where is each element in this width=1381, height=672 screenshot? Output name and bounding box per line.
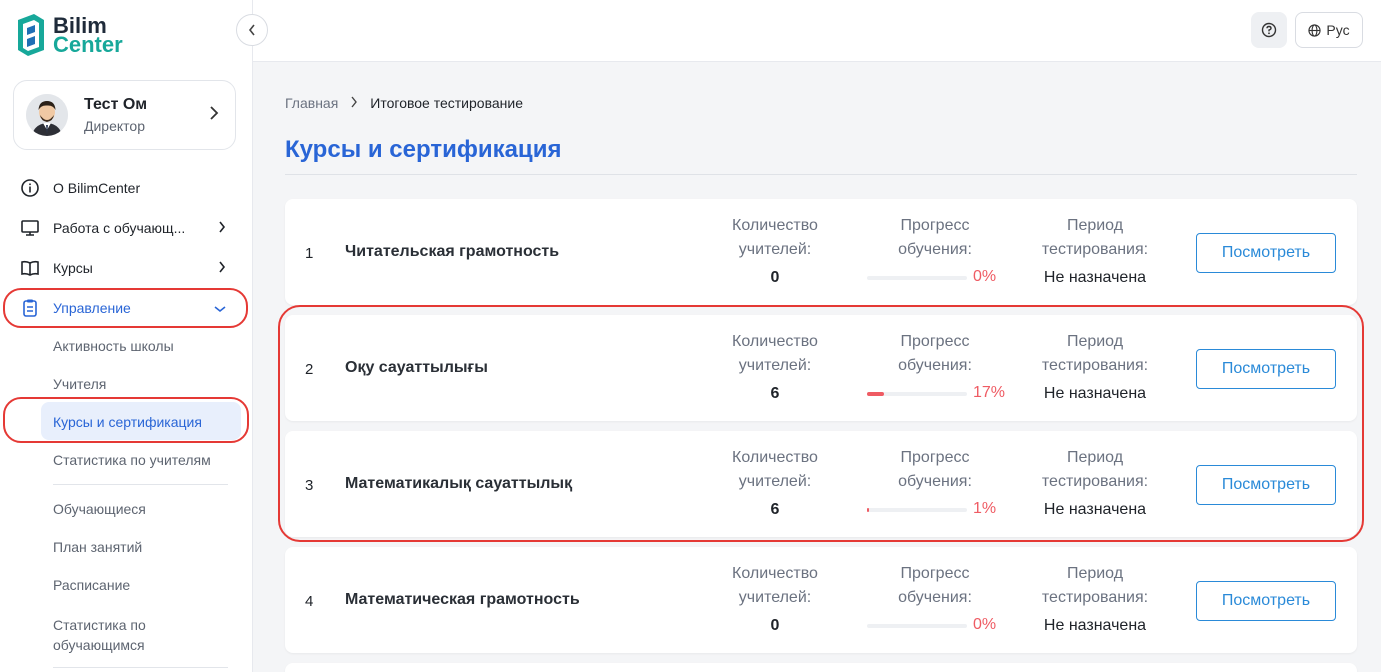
teachers-header: Количество учителей: (732, 449, 818, 490)
sub-item-student-stats[interactable]: Статистика по обучающимся (53, 615, 146, 655)
course-card: 4 Математическая грамотность Количество у… (285, 547, 1357, 653)
sub-item-teacher-stats[interactable]: Статистика по учителям (53, 452, 211, 468)
progress-percent: 1% (973, 500, 997, 517)
chevron-left-icon (248, 24, 255, 36)
nav-item-label: Курсы (53, 260, 93, 276)
page-title: Курсы и сертификация (285, 136, 562, 163)
teachers-count: 6 (770, 501, 780, 518)
progress-header: Прогресс обучения: (898, 449, 972, 490)
progress-header: Прогресс обучения: (898, 333, 972, 374)
course-card: 1 Читательская грамотность Количество учи… (285, 199, 1357, 305)
chevron-right-icon (209, 105, 219, 126)
help-button[interactable] (1251, 12, 1287, 48)
teachers-header: Количество учителей: (732, 217, 818, 258)
progress-percent: 17% (973, 384, 1006, 401)
globe-icon (1308, 23, 1322, 37)
course-card-partial (285, 663, 1357, 672)
avatar (26, 94, 68, 136)
language-button[interactable]: Рус (1295, 12, 1363, 48)
clipboard-icon (20, 298, 40, 318)
period-value: Не назначена (1043, 501, 1147, 518)
nav-item-label: Управление (53, 300, 131, 316)
sub-item-school-activity[interactable]: Активность школы (53, 338, 174, 354)
breadcrumb-home[interactable]: Главная (285, 95, 338, 111)
divider (53, 667, 228, 668)
sub-item-students[interactable]: Обучающиеся (53, 501, 146, 517)
course-number: 1 (305, 245, 314, 262)
topbar: Рус (253, 0, 1381, 62)
sub-item-label: обучающимся (53, 637, 145, 653)
logo-icon (18, 14, 44, 56)
help-icon (1261, 22, 1277, 38)
progress-header: Прогресс обучения: (898, 565, 972, 606)
breadcrumb-current: Итоговое тестирование (370, 95, 523, 111)
teachers-count: 6 (770, 385, 780, 402)
course-card: 2 Оқу сауаттылығы Количество учителей: 6 … (285, 315, 1357, 421)
period-header: Период тестирования: (1041, 565, 1149, 606)
monitor-icon (20, 218, 40, 238)
progress-bar (867, 624, 967, 628)
course-card: 3 Математикалық сауаттылық Количество учи… (285, 431, 1357, 537)
title-divider (285, 174, 1357, 175)
period-value: Не назначена (1043, 385, 1147, 402)
sub-item-lesson-plan[interactable]: План занятий (53, 539, 142, 555)
period-value: Не назначена (1043, 269, 1147, 286)
nav-item-label: О BilimCenter (53, 180, 141, 196)
course-number: 2 (305, 361, 314, 378)
chevron-right-icon (350, 95, 358, 111)
logo-text-line2: Center (53, 32, 123, 57)
user-card[interactable]: Тест Ом Директор (13, 80, 236, 150)
period-header: Период тестирования: (1041, 449, 1149, 490)
teachers-count: 0 (770, 617, 780, 634)
nav-item-management[interactable]: Управление (20, 296, 230, 320)
nav-item-label: Работа с обучающ... (53, 220, 186, 236)
nav-item-work-with-students[interactable]: Работа с обучающ... (20, 216, 230, 240)
avatar-illustration-icon (26, 94, 68, 136)
chevron-right-icon (218, 260, 226, 276)
nav-item-about[interactable]: О BilimCenter (20, 176, 230, 200)
book-icon (20, 258, 40, 278)
progress-bar (867, 392, 967, 396)
divider (53, 484, 228, 485)
course-number: 4 (305, 593, 314, 610)
period-value: Не назначена (1043, 617, 1147, 634)
breadcrumb: Главная Итоговое тестирование (285, 95, 523, 111)
user-name: Тест Ом (84, 96, 148, 113)
progress-percent: 0% (973, 268, 997, 285)
progress-fill (867, 392, 884, 396)
sub-item-label: Статистика по (53, 617, 146, 633)
progress-percent: 0% (973, 616, 997, 633)
info-icon (20, 178, 40, 198)
sub-item-courses-certification[interactable]: Курсы и сертификация (53, 414, 202, 430)
course-number: 3 (305, 477, 314, 494)
collapse-sidebar-button[interactable] (236, 14, 268, 46)
chevron-right-icon (218, 220, 226, 236)
view-button[interactable]: Посмотреть (1196, 465, 1336, 505)
chevron-down-icon (214, 300, 226, 316)
course-name: Математическая грамотность (345, 591, 580, 608)
teachers-header: Количество учителей: (732, 333, 818, 374)
sidebar: Bilim Center Тест Ом Директор О BilimCen… (0, 0, 253, 672)
progress-header: Прогресс обучения: (898, 217, 972, 258)
view-button[interactable]: Посмотреть (1196, 581, 1336, 621)
period-header: Период тестирования: (1041, 217, 1149, 258)
course-name: Математикалық сауаттылық (345, 475, 573, 492)
nav-item-courses[interactable]: Курсы (20, 256, 230, 280)
progress-bar (867, 276, 967, 280)
view-button[interactable]: Посмотреть (1196, 233, 1336, 273)
progress-bar (867, 508, 967, 512)
language-label: Рус (1326, 22, 1350, 38)
user-role: Директор (84, 118, 145, 134)
progress-fill (867, 508, 869, 512)
course-name: Оқу сауаттылығы (345, 359, 488, 376)
period-header: Период тестирования: (1041, 333, 1149, 374)
sub-item-teachers[interactable]: Учителя (53, 376, 106, 392)
view-button[interactable]: Посмотреть (1196, 349, 1336, 389)
course-name: Читательская грамотность (345, 243, 560, 260)
sub-item-schedule[interactable]: Расписание (53, 577, 130, 593)
teachers-count: 0 (770, 269, 780, 286)
logo[interactable]: Bilim Center (14, 12, 123, 58)
teachers-header: Количество учителей: (732, 565, 818, 606)
